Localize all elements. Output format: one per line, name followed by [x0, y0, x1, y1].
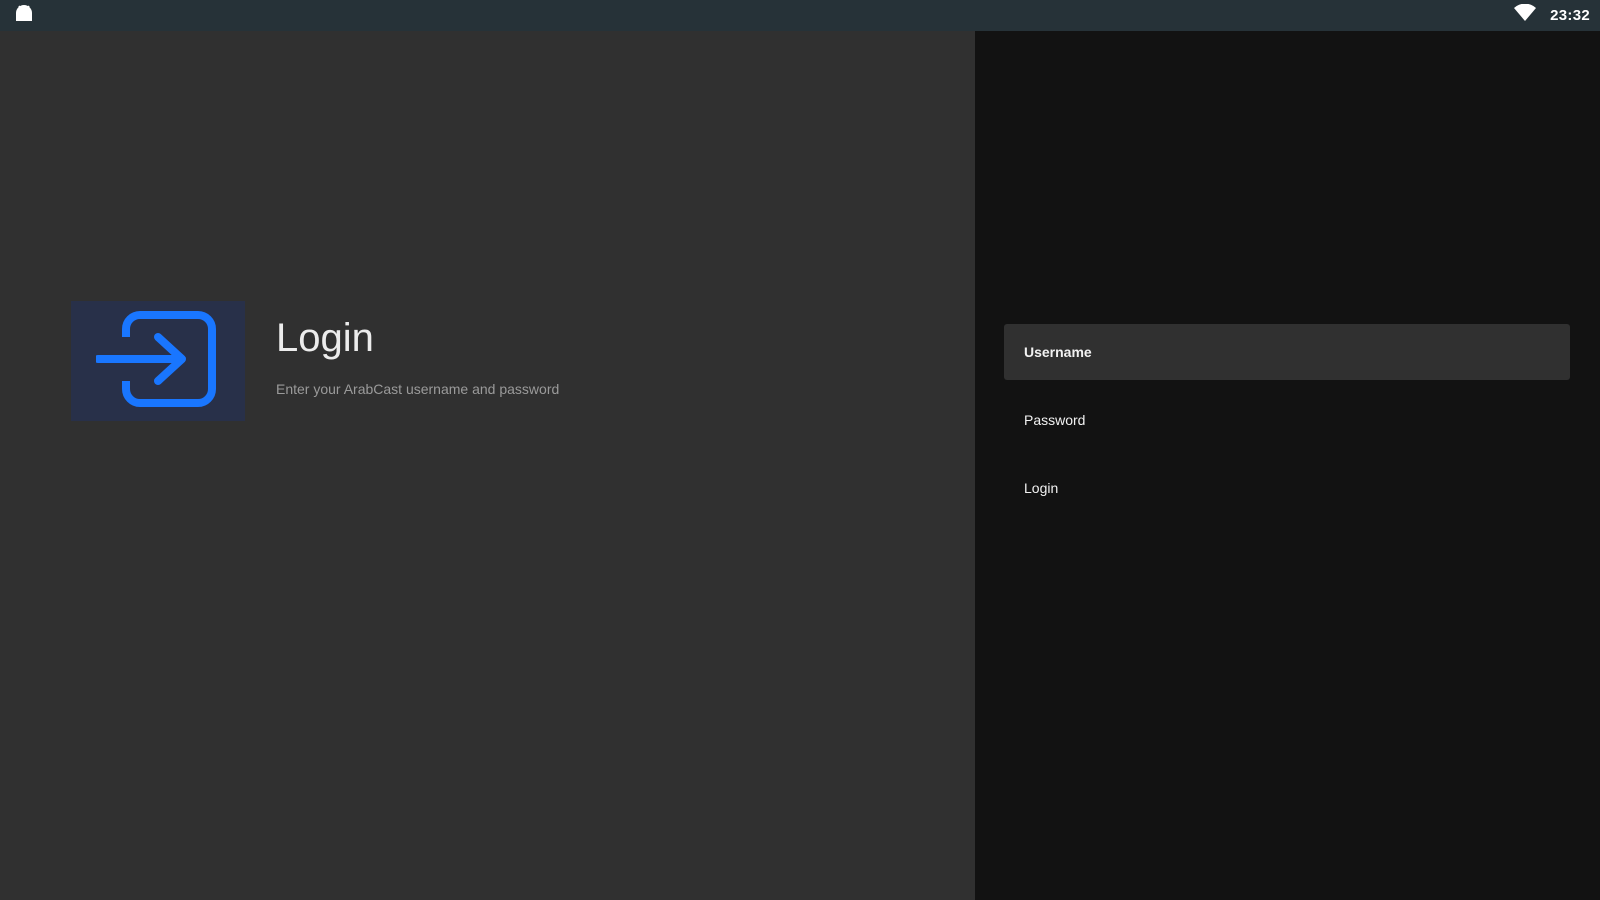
- guidance-description: Enter your ArabCast username and passwor…: [276, 381, 560, 397]
- login-button[interactable]: Login: [1004, 460, 1570, 516]
- status-left: [14, 4, 34, 27]
- status-bar: 23:32: [0, 0, 1600, 31]
- guidance-icon-tile: [71, 301, 245, 421]
- login-icon: [94, 309, 220, 414]
- guidance-pane: Login Enter your ArabCast username and p…: [0, 31, 975, 900]
- android-icon: [14, 4, 34, 27]
- password-action[interactable]: Password: [1004, 392, 1570, 448]
- status-time: 23:32: [1550, 7, 1590, 24]
- guidance-title: Login: [276, 316, 374, 360]
- wifi-icon: [1514, 3, 1537, 27]
- username-action[interactable]: Username: [1004, 324, 1570, 380]
- status-right: 23:32: [1514, 3, 1590, 27]
